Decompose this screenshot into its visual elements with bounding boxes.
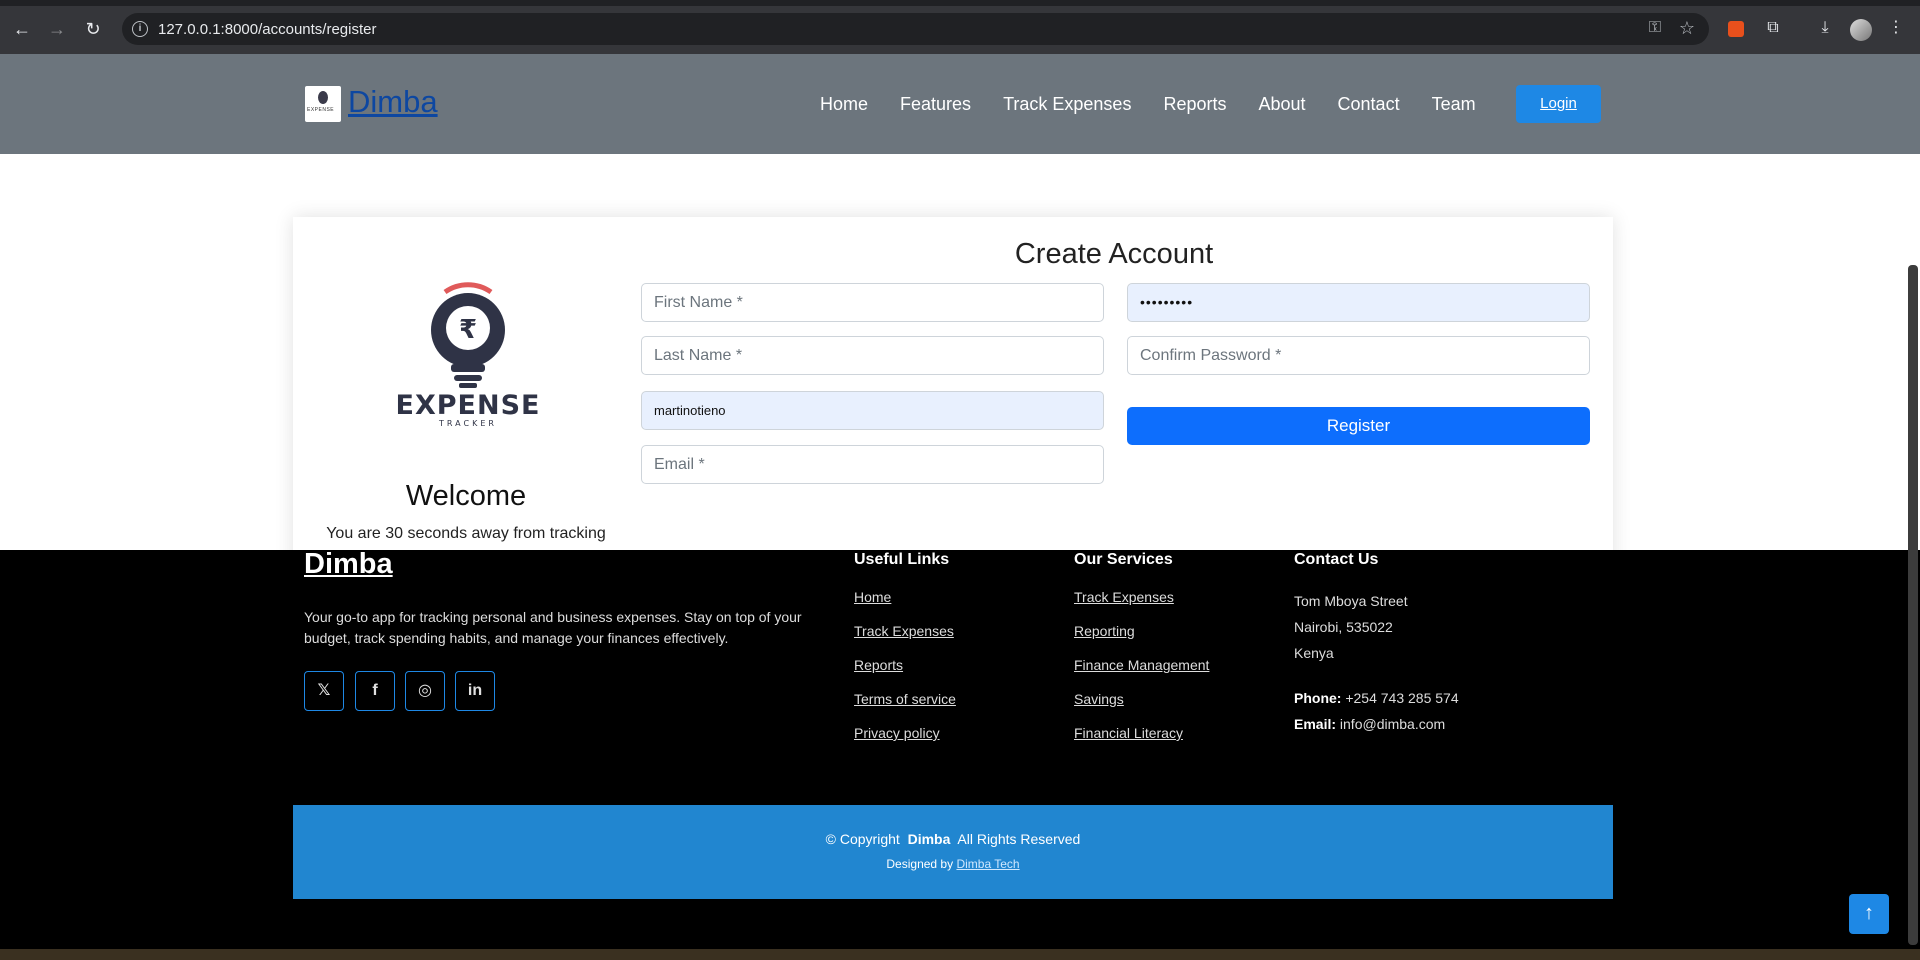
welcome-subtitle: You are 30 seconds away from tracking <box>326 525 606 542</box>
email-field[interactable]: Email * <box>641 445 1104 484</box>
instagram-icon[interactable]: ◎ <box>405 671 445 711</box>
browser-toolbar: ← → ↻ i 127.0.0.1:8000/accounts/register… <box>0 0 1920 54</box>
footer-brand[interactable]: Dimba <box>304 548 393 581</box>
footer-about-text: Your go-to app for tracking personal and… <box>304 609 802 646</box>
welcome-title: Welcome <box>405 480 527 512</box>
nav-about[interactable]: About <box>1258 94 1305 115</box>
back-to-top-button[interactable]: ↑ <box>1849 894 1889 934</box>
copyright-text: © Copyright Dimba All Rights Reserved <box>293 831 1613 847</box>
services-title: Our Services <box>1074 551 1173 568</box>
copyright-prefix: © Copyright <box>825 831 900 847</box>
key-icon[interactable]: ⚿ <box>1649 19 1661 37</box>
bulb-neck-2 <box>454 375 482 381</box>
address-line-2: Nairobi, 535022 <box>1294 619 1393 635</box>
nav-reports[interactable]: Reports <box>1163 94 1226 115</box>
address-line-3: Kenya <box>1294 645 1334 661</box>
password-field[interactable]: ••••••••• <box>1127 283 1590 322</box>
username-field[interactable]: martinotieno <box>641 391 1104 430</box>
contact-email: Email: info@dimba.com <box>1294 716 1445 732</box>
designer-link[interactable]: Dimba Tech <box>956 857 1019 871</box>
service-track-expenses[interactable]: Track Expenses <box>1074 589 1174 605</box>
tab-strip <box>0 0 1920 6</box>
phone-value: +254 743 285 574 <box>1345 690 1459 706</box>
profile-avatar[interactable] <box>1850 19 1872 41</box>
puzzle-extensions-icon[interactable]: ⧉ <box>1762 17 1784 39</box>
site-info-icon[interactable]: i <box>132 21 148 37</box>
footer-link-privacy[interactable]: Privacy policy <box>854 725 940 741</box>
main-nav: Home Features Track Expenses Reports Abo… <box>820 94 1508 115</box>
form-title: Create Account <box>1014 238 1214 270</box>
footer-link-terms[interactable]: Terms of service <box>854 691 956 707</box>
copyright-band <box>293 805 1613 899</box>
copyright-suffix: All Rights Reserved <box>957 831 1081 847</box>
designed-prefix: Designed by <box>886 857 954 871</box>
logo-pin-icon <box>318 91 328 104</box>
login-button[interactable]: Login <box>1516 85 1601 123</box>
page-scrollbar[interactable] <box>1908 265 1918 945</box>
register-button[interactable]: Register <box>1127 407 1590 445</box>
nav-home[interactable]: Home <box>820 94 868 115</box>
address-bar[interactable]: i 127.0.0.1:8000/accounts/register ⚿ ☆ <box>122 13 1709 45</box>
service-financial-literacy[interactable]: Financial Literacy <box>1074 725 1183 741</box>
linkedin-icon[interactable]: in <box>455 671 495 711</box>
service-reporting[interactable]: Reporting <box>1074 623 1135 639</box>
footer-link-home[interactable]: Home <box>854 589 891 605</box>
download-icon[interactable]: ⤓ <box>1814 17 1836 39</box>
menu-kebab-icon[interactable]: ⋮ <box>1885 17 1907 39</box>
expense-tracker-illustration: ₹ EXPENSE TRACKER <box>396 282 541 428</box>
back-icon[interactable]: ← <box>11 18 33 40</box>
x-icon[interactable]: 𝕏 <box>304 671 344 711</box>
designed-by: Designed by Dimba Tech <box>293 857 1613 871</box>
bulb-arc <box>443 282 493 295</box>
email-label: Email: <box>1294 716 1337 732</box>
footer-link-reports[interactable]: Reports <box>854 657 903 673</box>
confirm-password-field[interactable]: Confirm Password * <box>1127 336 1590 375</box>
brand-link[interactable]: Dimba <box>348 84 438 120</box>
footer-link-track-expenses[interactable]: Track Expenses <box>854 623 954 639</box>
bulb-neck-1 <box>451 364 485 372</box>
facebook-icon[interactable]: f <box>355 671 395 711</box>
last-name-field[interactable]: Last Name * <box>641 336 1104 375</box>
contact-phone: Phone: +254 743 285 574 <box>1294 690 1459 706</box>
forward-icon[interactable]: → <box>46 18 68 40</box>
phone-label: Phone: <box>1294 690 1342 706</box>
illustration-tagline: TRACKER <box>438 419 497 428</box>
copyright-brand: Dimba <box>907 831 951 847</box>
address-line-1: Tom Mboya Street <box>1294 593 1408 609</box>
first-name-field[interactable]: First Name * <box>641 283 1104 322</box>
service-finance-management[interactable]: Finance Management <box>1074 657 1209 673</box>
site-logo[interactable]: EXPENSE <box>305 86 341 122</box>
bookmark-star-icon[interactable]: ☆ <box>1679 18 1695 39</box>
url-text[interactable]: 127.0.0.1:8000/accounts/register <box>158 21 376 38</box>
reload-icon[interactable]: ↻ <box>82 18 104 40</box>
nav-contact[interactable]: Contact <box>1338 94 1400 115</box>
os-taskbar <box>0 949 1920 960</box>
extension-icon[interactable] <box>1728 21 1744 37</box>
bulb-neck-3 <box>459 383 477 388</box>
logo-text: EXPENSE <box>307 107 335 113</box>
useful-links-title: Useful Links <box>854 551 950 568</box>
nav-features[interactable]: Features <box>900 94 971 115</box>
nav-track-expenses[interactable]: Track Expenses <box>1003 94 1131 115</box>
illustration-word: EXPENSE <box>396 390 541 421</box>
contact-title: Contact Us <box>1294 551 1379 568</box>
rupee-icon: ₹ <box>459 315 477 345</box>
site-header: EXPENSE Dimba Home Features Track Expens… <box>0 54 1920 154</box>
nav-team[interactable]: Team <box>1432 94 1476 115</box>
service-savings[interactable]: Savings <box>1074 691 1124 707</box>
email-value: info@dimba.com <box>1339 716 1446 732</box>
